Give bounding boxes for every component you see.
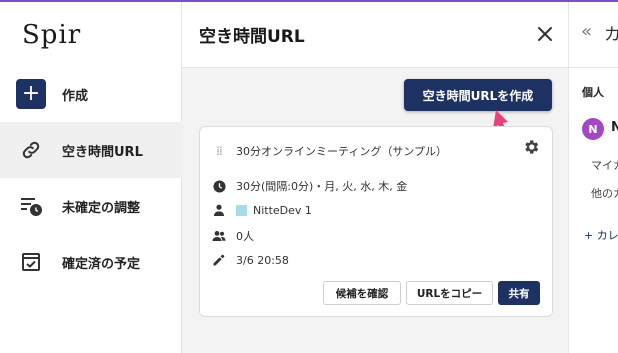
card-title: 30分オンラインミーティング（サンプル） xyxy=(236,145,448,158)
sidebar-item-label: 作成 xyxy=(62,88,89,104)
card-attendees-row: 0人 xyxy=(212,228,254,244)
calendar-check-icon xyxy=(16,247,46,277)
sidebar-item-available-url[interactable]: 空き時間URL xyxy=(0,122,182,178)
card-updated-row: 3/6 20:58 xyxy=(212,253,289,267)
check-candidates-button[interactable]: 候補を確認 xyxy=(323,281,401,305)
copy-url-button[interactable]: URLをコピー xyxy=(406,281,493,305)
pending-schedule-icon xyxy=(16,191,46,221)
available-url-panel: 空き時間URL 空き時間URLを作成 ⁞⁞ 30分オンラインミーティング（サンプ… xyxy=(182,2,569,353)
card-duration: 30分(間隔:0分)・月, 火, 水, 木, 金 xyxy=(236,180,408,193)
sidebar: Spir + 作成 空き時間URL 未確定の調整 確定済の予定 xyxy=(0,2,182,353)
calendar-list-panel: « カ 個人 N N マイカ 他のカ + カレ xyxy=(569,2,618,353)
right-panel-title: カ xyxy=(604,25,618,45)
close-button[interactable] xyxy=(535,24,555,44)
create-available-url-button[interactable]: 空き時間URLを作成 xyxy=(404,79,552,111)
panel-title: 空き時間URL xyxy=(199,27,305,47)
calendar-color-swatch xyxy=(236,204,247,216)
card-duration-row: 30分(間隔:0分)・月, 火, 水, 木, 金 xyxy=(212,178,407,194)
user-name: N xyxy=(611,120,618,135)
personal-section-heading: 個人 xyxy=(582,86,604,99)
sidebar-item-label: 未確定の調整 xyxy=(62,200,141,216)
collapse-panel-icon[interactable]: « xyxy=(581,21,592,42)
sidebar-item-label: 空き時間URL xyxy=(62,144,143,160)
link-icon xyxy=(16,135,46,165)
avatar[interactable]: N xyxy=(582,118,604,140)
drag-handle-icon[interactable]: ⁞⁞ xyxy=(212,144,226,158)
sidebar-item-create[interactable]: + 作成 xyxy=(0,66,182,122)
app-logo[interactable]: Spir xyxy=(22,20,81,50)
add-calendar-link[interactable]: + カレ xyxy=(584,227,618,243)
card-calendar-name: NitteDev 1 xyxy=(253,203,312,217)
share-button[interactable]: 共有 xyxy=(498,281,540,305)
plus-icon: + xyxy=(16,79,46,109)
calendar-list-item[interactable]: 他のカ xyxy=(591,185,618,201)
close-icon xyxy=(538,27,552,41)
card-calendar-row: NitteDev 1 xyxy=(212,203,312,217)
available-url-card[interactable]: ⁞⁞ 30分オンラインミーティング（サンプル） 30分(間隔:0分)・月, 火,… xyxy=(199,126,553,317)
sidebar-item-pending[interactable]: 未確定の調整 xyxy=(0,178,182,234)
person-icon xyxy=(212,203,226,217)
calendar-list-item[interactable]: マイカ xyxy=(591,157,618,173)
settings-button[interactable] xyxy=(522,138,540,156)
card-title-row: ⁞⁞ 30分オンラインミーティング（サンプル） xyxy=(212,143,447,159)
card-attendees: 0人 xyxy=(236,230,254,243)
gear-icon xyxy=(525,140,539,154)
clock-icon xyxy=(212,179,226,193)
panel-header: 空き時間URL xyxy=(182,2,568,68)
card-updated-date: 3/6 20:58 xyxy=(236,253,289,267)
sidebar-item-confirmed[interactable]: 確定済の予定 xyxy=(0,234,182,290)
sidebar-item-label: 確定済の予定 xyxy=(62,256,141,272)
right-panel-header: « カ xyxy=(569,2,618,68)
group-icon xyxy=(212,229,226,243)
pencil-icon xyxy=(212,253,226,267)
